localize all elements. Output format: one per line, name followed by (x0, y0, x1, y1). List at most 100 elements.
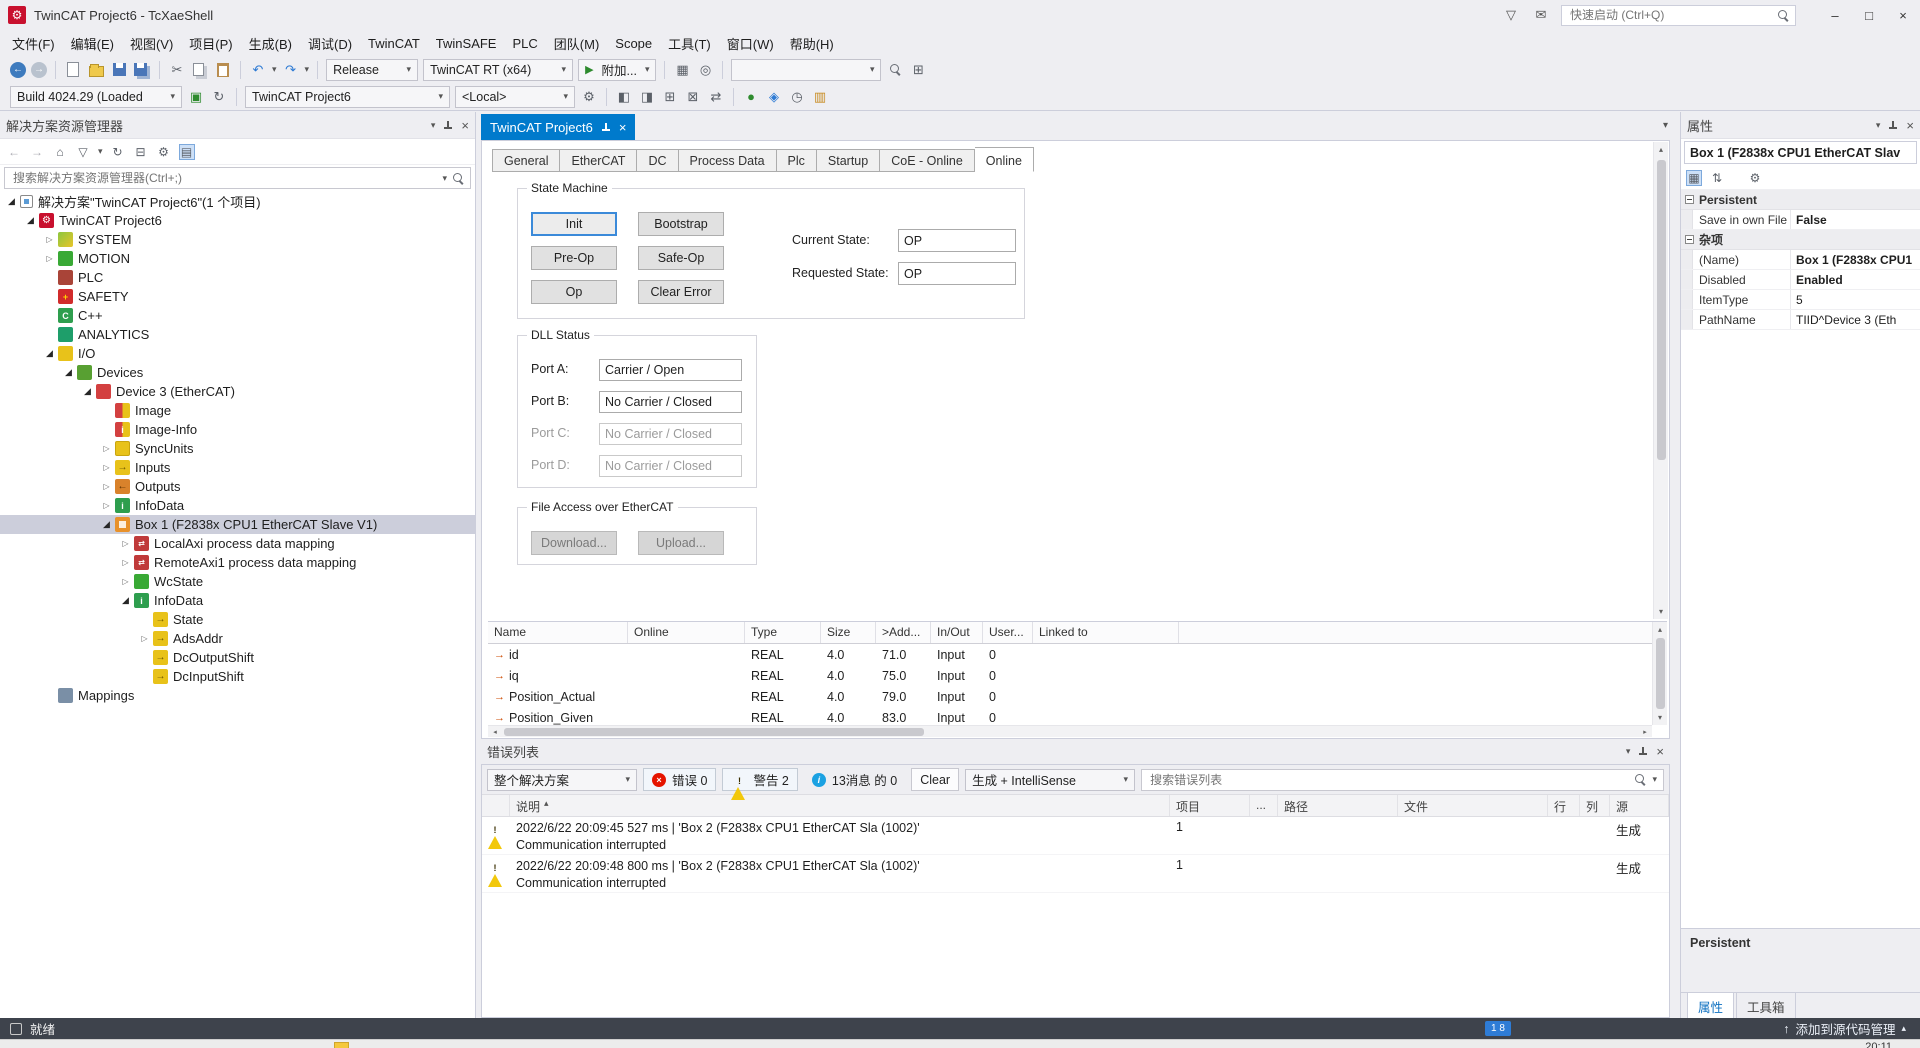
pin-icon[interactable] (601, 122, 611, 133)
collapsed-arrow-icon[interactable]: ▷ (42, 254, 57, 263)
restart-twincat-icon[interactable]: ↻ (210, 88, 228, 106)
expanded-arrow-icon[interactable]: ◢ (118, 595, 133, 606)
send-feedback-icon[interactable]: ✉ (1531, 7, 1551, 23)
errors-filter-button[interactable]: × 错误 0 (643, 768, 717, 791)
sync-icon[interactable]: ⇄ (707, 88, 725, 106)
settings-gear-icon[interactable]: ⚙ (580, 88, 598, 106)
menu-item[interactable]: 窗口(W) (719, 31, 782, 56)
categorized-icon[interactable]: ▦ (1686, 169, 1702, 186)
error-source-combo[interactable]: 生成 + IntelliSense ▾ (965, 768, 1136, 791)
maximize-button[interactable]: □ (1852, 0, 1886, 30)
collapsed-arrow-icon[interactable]: ▷ (99, 463, 114, 472)
paste-icon[interactable] (214, 61, 232, 79)
tree-item[interactable]: → DcOutputShift (0, 648, 475, 667)
collapse-box-icon[interactable] (1685, 195, 1694, 204)
close-panel-icon[interactable]: × (1656, 744, 1664, 759)
error-scope-combo[interactable]: 整个解决方案 ▾ (487, 768, 637, 791)
forward-icon[interactable]: → (29, 144, 45, 160)
tree-item[interactable]: + SAFETY (0, 287, 475, 306)
close-document-icon[interactable]: × (619, 120, 627, 135)
build-version-combo[interactable]: Build 4024.29 (Loaded ▾ (10, 85, 182, 108)
solution-config-combo[interactable]: Release ▾ (326, 58, 419, 81)
tree-item[interactable]: → DcInputShift (0, 667, 475, 686)
close-panel-icon[interactable]: × (1906, 118, 1914, 133)
tree-item[interactable]: ◢ i InfoData (0, 591, 475, 610)
navigate-forward-icon[interactable]: → (31, 61, 47, 78)
collapsed-arrow-icon[interactable]: ▷ (99, 482, 114, 491)
port-status-field[interactable] (599, 455, 742, 477)
search-dropdown-icon[interactable]: ▾ (442, 173, 447, 184)
pin-icon[interactable] (1888, 120, 1898, 131)
error-list-header[interactable]: 错误列表 ▾ × (481, 739, 1670, 764)
grid-horizontal-scrollbar[interactable]: ◂ ▸ (488, 725, 1652, 737)
property-category[interactable]: 杂项 (1681, 230, 1920, 250)
collapsed-arrow-icon[interactable]: ▷ (118, 577, 133, 586)
messages-filter-button[interactable]: i 13消息 的 0 (804, 768, 905, 791)
tree-item[interactable]: ▷ WcState (0, 572, 475, 591)
solution-search-input[interactable] (11, 170, 437, 186)
twincat-status-badge[interactable]: 1 8 (1485, 1021, 1511, 1036)
collapsed-arrow-icon[interactable]: ▷ (118, 539, 133, 548)
property-pages-icon[interactable]: ⚙ (1747, 170, 1763, 186)
back-icon[interactable]: ← (6, 144, 22, 160)
menu-item[interactable]: 文件(F) (4, 31, 63, 56)
collapse-all-icon[interactable]: ⊟ (133, 144, 149, 160)
redo-icon[interactable]: ↷ (282, 61, 300, 79)
toggle-config-icon[interactable]: ◨ (638, 88, 656, 106)
device-tab-dc[interactable]: DC (637, 149, 679, 172)
expanded-arrow-icon[interactable]: ◢ (61, 367, 76, 378)
expanded-arrow-icon[interactable]: ◢ (99, 519, 114, 530)
grid-vertical-scrollbar[interactable]: ▴ ▾ (1652, 622, 1667, 725)
tree-item[interactable]: ANALYTICS (0, 325, 475, 344)
new-file-icon[interactable] (64, 61, 82, 79)
document-list-chevron-icon[interactable]: ▾ (1663, 120, 1668, 131)
chevron-down-icon[interactable]: ▾ (1876, 120, 1881, 131)
device-tab-process-data[interactable]: Process Data (678, 149, 777, 172)
quick-launch[interactable] (1561, 4, 1796, 26)
collapsed-arrow-icon[interactable]: ▷ (118, 558, 133, 567)
undo-icon[interactable]: ↶ (249, 61, 267, 79)
menu-item[interactable]: PLC (504, 33, 545, 54)
tree-item[interactable]: ▷ → AdsAddr (0, 629, 475, 648)
grid-column-header[interactable]: Linked to (1033, 622, 1179, 643)
port-status-field[interactable] (599, 423, 742, 445)
grid-column-header[interactable]: In/Out (931, 622, 983, 643)
collapsed-arrow-icon[interactable]: ▷ (42, 235, 57, 244)
expanded-arrow-icon[interactable]: ◢ (4, 196, 19, 207)
menu-item[interactable]: 团队(M) (546, 31, 608, 56)
tab-properties[interactable]: 属性 (1687, 993, 1735, 1021)
tree-item[interactable]: ▷ → Inputs (0, 458, 475, 477)
error-column-2[interactable]: 项目 (1170, 795, 1250, 816)
scope-combo[interactable]: ▾ (731, 58, 882, 81)
grid-column-header[interactable]: Name (488, 622, 628, 643)
tree-item[interactable]: Mappings (0, 686, 475, 705)
copy-icon[interactable] (191, 61, 209, 79)
tree-item[interactable]: → State (0, 610, 475, 629)
feedback-icon[interactable] (10, 1022, 22, 1035)
device-tab-plc[interactable]: Plc (776, 149, 817, 172)
device-tab-online[interactable]: Online (974, 147, 1034, 172)
target-system-combo[interactable]: <Local> ▾ (455, 85, 575, 108)
collapsed-arrow-icon[interactable]: ▷ (137, 634, 152, 643)
property-value[interactable]: Enabled (1791, 270, 1920, 289)
refresh-icon[interactable]: ↻ (110, 144, 126, 160)
pin-icon[interactable] (443, 120, 453, 131)
port-status-field[interactable] (599, 391, 742, 413)
open-file-icon[interactable] (87, 61, 105, 79)
document-scrollbar[interactable]: ▴ ▾ (1653, 142, 1668, 619)
chevron-down-icon[interactable]: ▾ (431, 120, 436, 131)
current-state-field[interactable] (898, 229, 1016, 252)
error-column-7[interactable]: 列 (1580, 795, 1610, 816)
variable-row[interactable]: → iq REAL 4.0 75.0 Input 0 (488, 665, 1667, 686)
close-button[interactable]: × (1886, 0, 1920, 30)
tree-item[interactable]: ▷ SYSTEM (0, 230, 475, 249)
menu-item[interactable]: Scope (607, 33, 660, 54)
filter-dropdown-icon[interactable]: ▾ (98, 146, 103, 157)
redo-dropdown-icon[interactable]: ▾ (305, 64, 310, 75)
attach-button[interactable]: ▶ 附加... ▾ (578, 58, 657, 81)
menu-item[interactable]: 项目(P) (181, 31, 240, 56)
source-control-button[interactable]: ↑ 添加到源代码管理 ▴ (1783, 1018, 1906, 1039)
menu-item[interactable]: TwinSAFE (428, 33, 505, 54)
state-bootstrap-button[interactable]: Bootstrap (638, 212, 724, 236)
tab-toolbox[interactable]: 工具箱 (1736, 993, 1796, 1021)
